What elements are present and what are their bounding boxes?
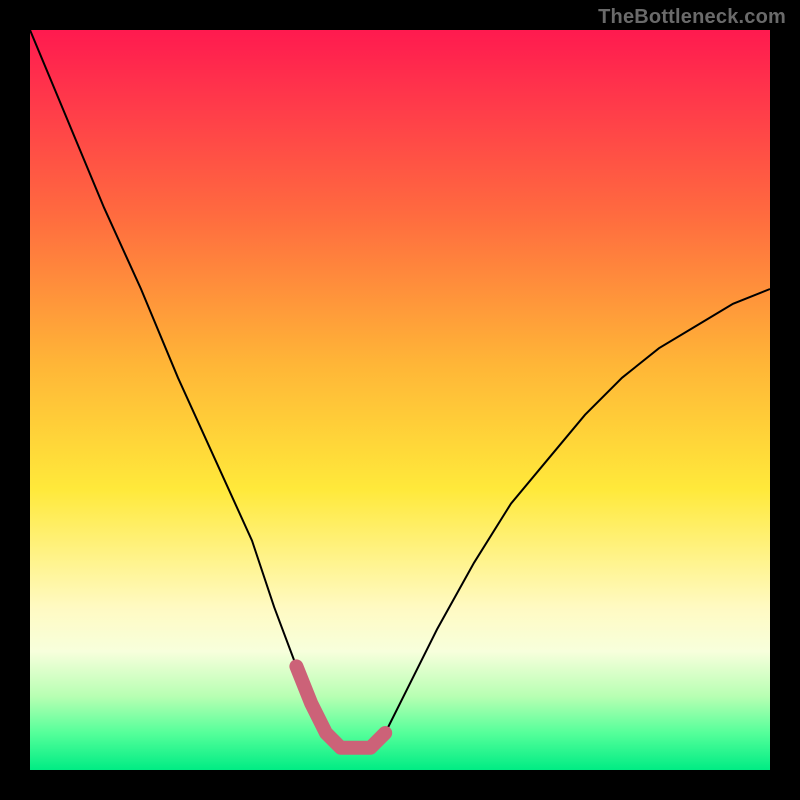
watermark-text: TheBottleneck.com <box>598 6 786 29</box>
valley-highlight <box>296 666 385 747</box>
curve-svg <box>30 30 770 770</box>
bottleneck-curve <box>30 30 770 748</box>
plot-area <box>30 30 770 770</box>
chart-frame: TheBottleneck.com <box>0 0 800 800</box>
